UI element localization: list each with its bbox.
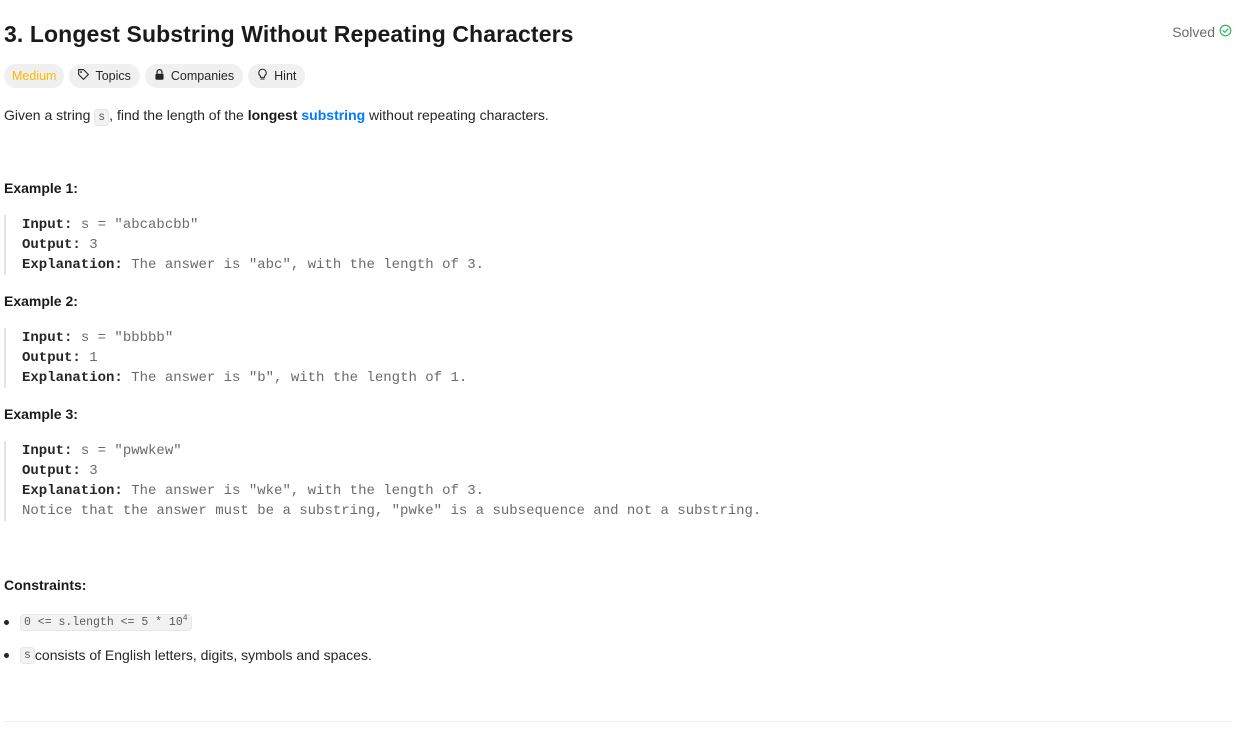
example-heading: Example 1: bbox=[4, 180, 78, 196]
example-heading: Example 3: bbox=[4, 406, 78, 422]
input-value: s = "abcabcbb" bbox=[72, 217, 199, 233]
output-label: Output: bbox=[22, 350, 81, 366]
companies-label: Companies bbox=[170, 69, 235, 83]
explanation-label: Explanation: bbox=[22, 257, 123, 273]
explanation-value: The answer is "b", with the length of 1. bbox=[122, 370, 468, 386]
exponent: 4 bbox=[182, 613, 188, 623]
list-item: 0 <= s.length <= 5 * 104 bbox=[4, 611, 372, 633]
solved-status: Solved bbox=[1172, 24, 1232, 40]
problem-statement: Given a string s, find the length of the… bbox=[4, 105, 549, 128]
explanation-label: Explanation: bbox=[22, 370, 123, 386]
explanation-value: The answer is "abc", with the length of … bbox=[122, 257, 485, 273]
constraints-list: 0 <= s.length <= 5 * 104 s consists of E… bbox=[4, 611, 372, 677]
example-input-line: Input: s = "bbbbb" bbox=[22, 328, 467, 348]
solved-label: Solved bbox=[1172, 24, 1215, 40]
example-heading: Example 2: bbox=[4, 293, 78, 309]
tag-icon bbox=[77, 68, 90, 84]
companies-button[interactable]: Companies bbox=[144, 64, 244, 88]
topics-button[interactable]: Topics bbox=[69, 64, 140, 88]
constraints-heading: Constraints: bbox=[4, 577, 87, 593]
example-input-line: Input: s = "pwwkew" bbox=[22, 441, 761, 461]
substring-link[interactable]: substring bbox=[301, 107, 365, 123]
inline-code: s bbox=[94, 109, 110, 126]
statement-text: Given a string bbox=[4, 107, 95, 123]
constraint-text: consists of English letters, digits, sym… bbox=[34, 647, 372, 663]
list-item: s consists of English letters, digits, s… bbox=[4, 644, 372, 666]
divider bbox=[4, 721, 1232, 722]
explanation-value: The answer is "wke", with the length of … bbox=[122, 483, 485, 499]
output-label: Output: bbox=[22, 463, 81, 479]
check-circle-icon bbox=[1219, 24, 1232, 40]
explanation-label: Explanation: bbox=[22, 483, 123, 499]
example-explanation-line: Explanation: The answer is "abc", with t… bbox=[22, 255, 484, 275]
bullet bbox=[4, 652, 9, 658]
example-block: Input: s = "abcabcbb" Output: 3 Explanat… bbox=[4, 215, 484, 275]
hint-button[interactable]: Hint bbox=[248, 64, 306, 88]
output-value: 3 bbox=[80, 463, 98, 479]
topics-label: Topics bbox=[95, 69, 131, 83]
emphasis-text: longest bbox=[247, 107, 298, 123]
constraint-code: 0 <= s.length <= 5 * 104 bbox=[20, 613, 192, 631]
lock-icon bbox=[153, 68, 166, 84]
example-explanation-line: Explanation: The answer is "wke", with t… bbox=[22, 481, 761, 501]
input-value: s = "bbbbb" bbox=[72, 330, 174, 346]
output-value: 1 bbox=[80, 350, 98, 366]
example-output-line: Output: 1 bbox=[22, 348, 467, 368]
title-row: 3. Longest Substring Without Repeating C… bbox=[4, 17, 1232, 51]
example-output-line: Output: 3 bbox=[22, 235, 484, 255]
lightbulb-icon bbox=[256, 68, 269, 84]
example-note-line: Notice that the answer must be a substri… bbox=[22, 503, 762, 519]
hint-label: Hint bbox=[274, 69, 297, 83]
statement-text: , find the length of the bbox=[109, 107, 248, 123]
bullet bbox=[4, 619, 9, 625]
input-label: Input: bbox=[22, 217, 73, 233]
statement-text: without repeating characters. bbox=[365, 107, 549, 123]
problem-title[interactable]: 3. Longest Substring Without Repeating C… bbox=[4, 21, 574, 48]
example-output-line: Output: 3 bbox=[22, 461, 761, 481]
example-block: Input: s = "bbbbb" Output: 1 Explanation… bbox=[4, 328, 467, 388]
difficulty-label: Medium bbox=[12, 69, 57, 83]
difficulty-badge: Medium bbox=[4, 64, 65, 88]
output-value: 3 bbox=[80, 237, 98, 253]
example-input-line: Input: s = "abcabcbb" bbox=[22, 215, 484, 235]
example-block: Input: s = "pwwkew" Output: 3 Explanatio… bbox=[4, 441, 761, 521]
problem-description-panel: 3. Longest Substring Without Repeating C… bbox=[0, 0, 1239, 736]
input-label: Input: bbox=[22, 443, 73, 459]
constraint-code-text: 0 <= s.length <= 5 * 10 bbox=[24, 615, 183, 629]
constraint-code: s bbox=[20, 646, 35, 664]
example-explanation-line: Explanation: The answer is "b", with the… bbox=[22, 368, 467, 388]
tag-chips: Medium Topics Companies Hint bbox=[4, 64, 306, 88]
input-value: s = "pwwkew" bbox=[72, 443, 182, 459]
output-label: Output: bbox=[22, 237, 81, 253]
input-label: Input: bbox=[22, 330, 73, 346]
